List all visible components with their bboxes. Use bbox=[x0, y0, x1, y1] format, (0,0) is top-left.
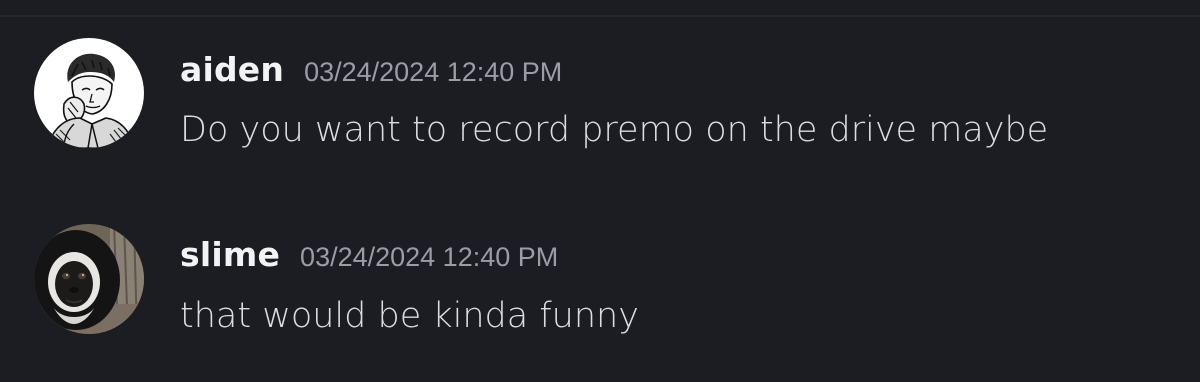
top-divider bbox=[0, 15, 1200, 17]
message-content: Do you want to record premo on the drive… bbox=[180, 110, 1049, 150]
username[interactable]: aiden bbox=[180, 50, 284, 89]
sketch-portrait-avatar-icon bbox=[34, 38, 144, 148]
message-header: slime 03/24/2024 12:40 PM bbox=[180, 235, 558, 274]
avatar-aiden[interactable] bbox=[34, 38, 144, 148]
gibbon-photo-avatar-icon bbox=[34, 224, 144, 334]
message-content: that would be kinda funny bbox=[180, 296, 639, 336]
username[interactable]: slime bbox=[180, 235, 280, 274]
avatar-slime[interactable] bbox=[34, 224, 144, 334]
timestamp: 03/24/2024 12:40 PM bbox=[304, 57, 563, 87]
chat-message-list: aiden 03/24/2024 12:40 PM Do you want to … bbox=[0, 0, 1200, 382]
timestamp: 03/24/2024 12:40 PM bbox=[300, 242, 559, 272]
message-header: aiden 03/24/2024 12:40 PM bbox=[180, 50, 562, 89]
